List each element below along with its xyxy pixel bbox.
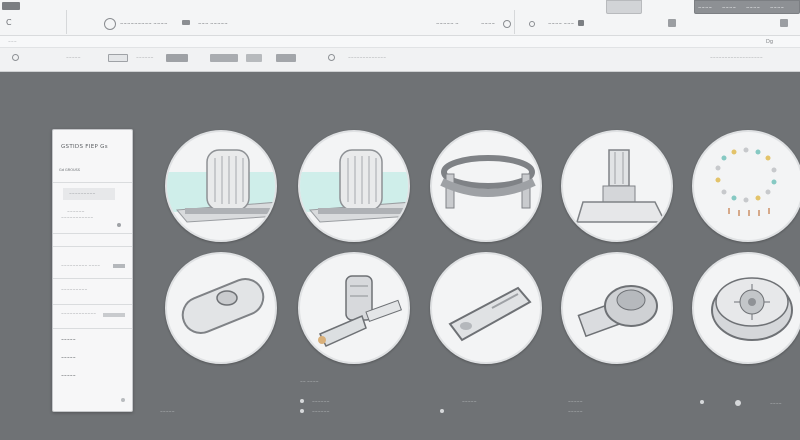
title-bar: C ~~~~~~~~~ ~~~~ ~~~ ~~~~~ ~~~~~ ~ ~~~~ … (0, 0, 800, 36)
divider (514, 10, 515, 34)
product-tile-oval-button-plate[interactable] (165, 252, 285, 368)
right-nav-text-2[interactable]: ~~~~ (481, 21, 495, 26)
pin-icon (300, 409, 304, 413)
toolbar-item[interactable]: ~~~~~~~~~~~~~~~~~~ (710, 56, 763, 60)
product-image (692, 252, 800, 364)
panel-item[interactable]: ~~~~~~~~~ ~~~~ (61, 264, 100, 268)
panel-subtitle: Gd GROUSS (59, 168, 80, 172)
circle-icon[interactable] (12, 54, 19, 61)
window-tab[interactable] (606, 0, 642, 14)
window-label: ~~~~ (698, 5, 713, 10)
panel-item[interactable]: ~~~~~~~~~ (61, 288, 87, 292)
address-left-text: ~~~ (8, 40, 17, 44)
product-tile-rotary-knob-block[interactable] (561, 252, 681, 368)
divider (53, 246, 132, 247)
product-image (561, 130, 673, 242)
toolbar: ~~~~~ ~~~~~~ ~~~~~~~~~~~~~ ~~~~~~~~~~~~~… (0, 48, 800, 72)
clock-icon[interactable] (503, 20, 511, 28)
divider (53, 328, 132, 329)
tool-button[interactable] (246, 54, 262, 62)
product-tile-bellows-capsule-fixture-2[interactable] (298, 130, 418, 246)
right-nav-text-3[interactable]: ~~~~ ~~~ (548, 21, 574, 26)
product-image (561, 252, 673, 364)
title-glyph: C (6, 18, 12, 27)
footer-label: ~~~~~~ (312, 400, 330, 404)
product-image (165, 130, 277, 242)
panel-item[interactable]: ~~~~~~~~~~~~ (61, 312, 96, 316)
filter-panel: GSTIDS FIEP Gs Gd GROUSS ~~~~~~~~~ ~~~~~… (52, 129, 133, 412)
pin-icon (300, 399, 304, 403)
panel-item[interactable]: ~~~~~~ (67, 210, 85, 214)
divider (53, 278, 132, 279)
pin-icon (440, 409, 444, 413)
close-icon[interactable] (780, 19, 788, 27)
tool-button[interactable] (276, 54, 296, 62)
window-label: ~~~~ (770, 5, 785, 10)
window-label: ~~~~ (722, 5, 737, 10)
footer-label: ~~~~ (770, 402, 782, 406)
settings-icon[interactable] (529, 21, 535, 27)
product-tile-gear-drum-motor[interactable] (692, 252, 800, 368)
footer-label: ~~~~~ (462, 400, 477, 404)
divider (66, 10, 67, 34)
toolbar-item[interactable]: ~~~~~~~~~~~~~ (348, 56, 386, 60)
panel-item[interactable]: ~~~~~ (61, 338, 76, 342)
address-bar[interactable]: ~~~ Dg (0, 36, 800, 48)
divider (53, 304, 132, 305)
app-title-text: ~~~~~~~~~ ~~~~ (120, 21, 168, 26)
right-nav-text[interactable]: ~~~~~ ~ (436, 21, 459, 26)
footer-label: ~~~~~ (568, 400, 583, 404)
product-image (298, 252, 410, 364)
product-tile-pipe-elbow-valve[interactable] (298, 252, 418, 368)
tool-button[interactable] (166, 54, 188, 62)
product-tile-vertical-nozzle-base[interactable] (561, 130, 681, 246)
nav-icon[interactable] (182, 20, 190, 25)
product-image (430, 252, 542, 364)
product-image (298, 130, 410, 242)
value-bar (103, 313, 125, 317)
product-image (430, 130, 542, 242)
divider (53, 233, 132, 234)
toolbar-item[interactable]: ~~~~~ (66, 56, 81, 60)
address-right-text: Dg (766, 39, 774, 45)
panel-item[interactable]: ~~~~~ (61, 374, 76, 378)
footer-label: ~~~~~~ (312, 410, 330, 414)
nav-text[interactable]: ~~~ ~~~~~ (198, 21, 228, 26)
product-image (692, 130, 800, 242)
panel-item-active[interactable]: ~~~~~~~~~ (63, 188, 115, 200)
toolbar-item[interactable]: ~~~~~~ (136, 56, 154, 60)
count-badge (113, 264, 125, 268)
panel-title: GSTIDS FIEP Gs (61, 144, 108, 150)
divider (53, 182, 132, 183)
product-tile-bellows-capsule-fixture[interactable] (165, 130, 285, 246)
badge-icon[interactable] (578, 20, 584, 26)
expand-icon[interactable] (121, 398, 125, 402)
check-icon[interactable] (117, 223, 121, 227)
tool-button[interactable] (108, 54, 128, 62)
globe-icon (735, 400, 741, 406)
product-tile-angled-slider-bar[interactable] (430, 252, 550, 368)
panel-item[interactable]: ~~~~~~~~~~~ (61, 216, 93, 220)
window-label: ~~~~ (746, 5, 761, 10)
product-tile-bead-ring-component[interactable] (692, 130, 800, 246)
app-logo-icon (2, 2, 20, 10)
tool-button[interactable] (210, 54, 238, 62)
search-icon[interactable] (328, 54, 335, 61)
footer-text: ~~ ~~~~ (300, 380, 319, 384)
warning-icon (700, 400, 704, 404)
product-image (165, 252, 277, 364)
footer-label: ~~~~~ (568, 410, 583, 414)
product-tile-clamp-ring-bracket[interactable] (430, 130, 550, 246)
home-icon[interactable] (104, 18, 116, 30)
footer-label: ~~~~~ (160, 410, 175, 414)
panel-item[interactable]: ~~~~~ (61, 356, 76, 360)
minimize-icon[interactable] (668, 19, 676, 27)
